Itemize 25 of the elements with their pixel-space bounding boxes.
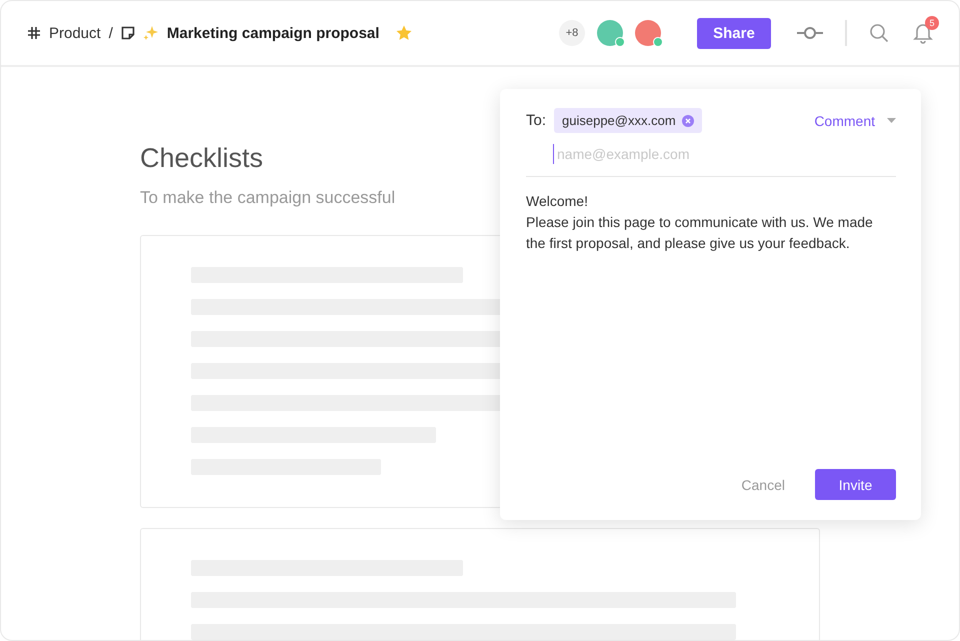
message-text: Please join this page to communicate with us. We made the first proposal, and please give us your feedback.: [526, 213, 874, 253]
role-dropdown[interactable]: Comment: [814, 112, 896, 128]
to-label: To:: [526, 112, 546, 129]
cancel-button[interactable]: Cancel: [735, 476, 791, 494]
invite-button[interactable]: Invite: [815, 469, 896, 500]
avatar[interactable]: [597, 20, 623, 46]
breadcrumb-space[interactable]: Product: [49, 24, 101, 42]
sparkles-icon: [142, 25, 159, 41]
breadcrumb-separator: /: [108, 24, 113, 42]
timeline-icon[interactable]: [797, 26, 823, 40]
remove-icon[interactable]: [682, 114, 694, 126]
recipient-chip[interactable]: guiseppe@xxx.com: [554, 108, 702, 133]
caret-icon: [887, 118, 896, 123]
search-icon[interactable]: [869, 23, 889, 43]
notification-badge: 5: [925, 16, 939, 30]
section-subtitle: To make the campaign successful: [140, 188, 396, 208]
note-icon: [120, 26, 135, 40]
member-count[interactable]: +8: [559, 20, 585, 46]
message-greeting: Welcome!: [526, 192, 589, 211]
avatar[interactable]: [635, 20, 661, 46]
hash-icon: [27, 26, 41, 40]
star-icon[interactable]: [395, 24, 414, 42]
page-title: Marketing campaign proposal: [166, 24, 380, 42]
share-button[interactable]: Share: [697, 18, 771, 48]
section-heading: Checklists: [140, 143, 264, 174]
